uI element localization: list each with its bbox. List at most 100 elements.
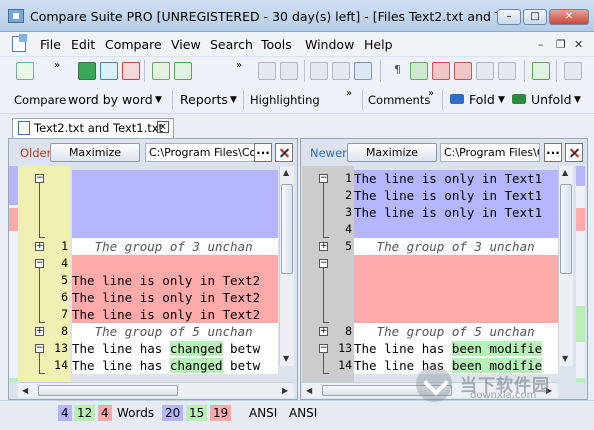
right-vertical-scrollbar[interactable]: ▲ ▼ bbox=[558, 166, 573, 366]
line-number: 4 bbox=[61, 256, 68, 270]
left-path-field[interactable]: C:\Program Files\Con bbox=[145, 143, 257, 162]
check-icon[interactable] bbox=[532, 62, 550, 80]
menu-tools[interactable]: Tools bbox=[261, 37, 292, 52]
left-vertical-scrollbar[interactable]: ▲ ▼ bbox=[279, 166, 294, 366]
mdi-close-icon[interactable]: ✕ bbox=[574, 38, 583, 51]
minimize-button[interactable]: – bbox=[497, 9, 521, 25]
status-items: 4 12 4 Words 20 15 19 ANSI ANSI bbox=[58, 405, 398, 421]
new-comparison-icon[interactable] bbox=[16, 62, 34, 80]
expand-icon[interactable]: + bbox=[35, 242, 44, 251]
go-last-icon[interactable] bbox=[122, 62, 140, 80]
toolbar-overflow-icon[interactable]: » bbox=[428, 88, 434, 99]
go-first-icon[interactable] bbox=[100, 62, 118, 80]
collapse-icon[interactable]: − bbox=[35, 174, 44, 183]
paste-icon[interactable] bbox=[354, 62, 372, 80]
collapse-icon[interactable]: − bbox=[319, 344, 328, 353]
expand-icon[interactable]: + bbox=[35, 327, 44, 336]
toolbar-overflow-icon[interactable]: » bbox=[236, 60, 242, 71]
right-overview-strip bbox=[576, 166, 585, 382]
left-horizontal-scrollbar[interactable]: ◀ ▶ bbox=[18, 382, 294, 398]
right-browse-button[interactable]: ... bbox=[544, 143, 562, 162]
scroll-up-icon[interactable]: ▲ bbox=[562, 168, 568, 177]
right-path-field[interactable]: C:\Program Files\Cc bbox=[440, 143, 540, 162]
fold-line bbox=[323, 183, 324, 238]
left-hscroll-thumb[interactable] bbox=[38, 385, 178, 396]
unfold-chevron-down-icon[interactable]: ▼ bbox=[574, 95, 581, 105]
expand-icon[interactable]: + bbox=[319, 327, 328, 336]
tab-close-icon[interactable]: x bbox=[157, 121, 169, 133]
text-line: The line is only in Text2 bbox=[72, 272, 278, 289]
menu-help[interactable]: Help bbox=[364, 37, 393, 52]
show-text-icon[interactable] bbox=[498, 62, 516, 80]
watermark-download-icon bbox=[416, 366, 452, 402]
show-changes-icon[interactable] bbox=[410, 62, 428, 80]
left-vscroll-thumb[interactable] bbox=[281, 184, 293, 274]
mdi-minimize-icon[interactable]: – bbox=[538, 38, 544, 51]
scroll-left-icon[interactable]: ◀ bbox=[22, 386, 28, 395]
scroll-right-icon[interactable]: ▶ bbox=[282, 386, 288, 395]
tree-icon[interactable] bbox=[564, 62, 582, 80]
scroll-down-icon[interactable]: ▼ bbox=[283, 354, 289, 363]
forward-icon[interactable] bbox=[280, 62, 298, 80]
refresh-icon[interactable] bbox=[78, 62, 96, 80]
fold-button[interactable]: Fold bbox=[469, 92, 495, 107]
scroll-up-icon[interactable]: ▲ bbox=[283, 168, 289, 177]
reports-chevron-down-icon[interactable]: ▼ bbox=[230, 95, 237, 105]
menu-edit[interactable]: Edit bbox=[71, 37, 95, 52]
right-text-area[interactable]: The line is only in Text1 The line is onl… bbox=[354, 170, 558, 374]
right-tools-icon[interactable] bbox=[565, 143, 583, 162]
right-pane-label: Newer bbox=[310, 146, 347, 160]
right-vscroll-thumb[interactable] bbox=[560, 184, 572, 274]
pilcrow-icon[interactable]: ¶ bbox=[394, 63, 401, 76]
reports-dropdown[interactable]: Reports bbox=[180, 92, 228, 107]
sync-icon[interactable] bbox=[152, 62, 170, 80]
right-maximize-button[interactable]: Maximize bbox=[347, 143, 437, 162]
line-number: 5 bbox=[61, 273, 68, 287]
watermark-subtitle: downxia.com bbox=[470, 390, 537, 401]
left-text-area[interactable]: The group of 3 unchan The line is only in… bbox=[72, 170, 278, 374]
unfold-icon[interactable] bbox=[512, 94, 526, 104]
copy-icon[interactable] bbox=[332, 62, 350, 80]
line-number: 14 bbox=[338, 358, 352, 372]
line-number: 7 bbox=[61, 307, 68, 321]
menu-compare[interactable]: Compare bbox=[105, 37, 162, 52]
menu-view[interactable]: View bbox=[171, 37, 201, 52]
compare-mode-dropdown[interactable]: word by word bbox=[68, 92, 153, 107]
text-line: The group of 5 unchan bbox=[354, 323, 558, 340]
line-number: 6 bbox=[61, 290, 68, 304]
mdi-restore-icon[interactable]: ❐ bbox=[556, 38, 566, 51]
expand-icon[interactable]: + bbox=[319, 242, 328, 251]
cut-icon[interactable] bbox=[310, 62, 328, 80]
close-window-button[interactable]: ✕ bbox=[549, 9, 589, 25]
unfold-button[interactable]: Unfold bbox=[531, 92, 572, 107]
document-icon[interactable] bbox=[12, 34, 27, 52]
export-icon[interactable] bbox=[174, 62, 192, 80]
scroll-left-icon[interactable]: ◀ bbox=[306, 386, 312, 395]
show-equal-icon[interactable] bbox=[476, 62, 494, 80]
toolbar-overflow-icon[interactable]: » bbox=[346, 88, 352, 99]
text-line: The line has been modifie bbox=[354, 340, 558, 357]
show-deleted-icon[interactable] bbox=[432, 62, 450, 80]
left-maximize-button[interactable]: Maximize bbox=[50, 143, 140, 162]
fold-icon[interactable] bbox=[450, 94, 464, 104]
scroll-down-icon[interactable]: ▼ bbox=[562, 354, 568, 363]
left-tools-icon[interactable] bbox=[275, 143, 293, 162]
status-item: 20 bbox=[162, 405, 184, 421]
mode-chevron-down-icon[interactable]: ▼ bbox=[155, 95, 162, 105]
fold-chevron-down-icon[interactable]: ▼ bbox=[498, 95, 505, 105]
fold-line bbox=[323, 373, 329, 374]
left-browse-button[interactable]: ... bbox=[254, 143, 272, 162]
back-icon[interactable] bbox=[258, 62, 276, 80]
fold-line bbox=[323, 353, 324, 374]
collapse-icon[interactable]: − bbox=[35, 259, 44, 268]
collapse-icon[interactable]: − bbox=[319, 259, 328, 268]
menu-window[interactable]: Window bbox=[305, 37, 354, 52]
toolbar-overflow-icon[interactable]: » bbox=[54, 60, 60, 71]
menu-search[interactable]: Search bbox=[210, 37, 253, 52]
show-removed-icon[interactable] bbox=[454, 62, 472, 80]
text-line bbox=[354, 306, 558, 323]
collapse-icon[interactable]: − bbox=[35, 344, 44, 353]
menu-file[interactable]: File bbox=[40, 37, 61, 52]
collapse-icon[interactable]: − bbox=[319, 174, 328, 183]
maximize-window-button[interactable]: □ bbox=[523, 9, 547, 25]
